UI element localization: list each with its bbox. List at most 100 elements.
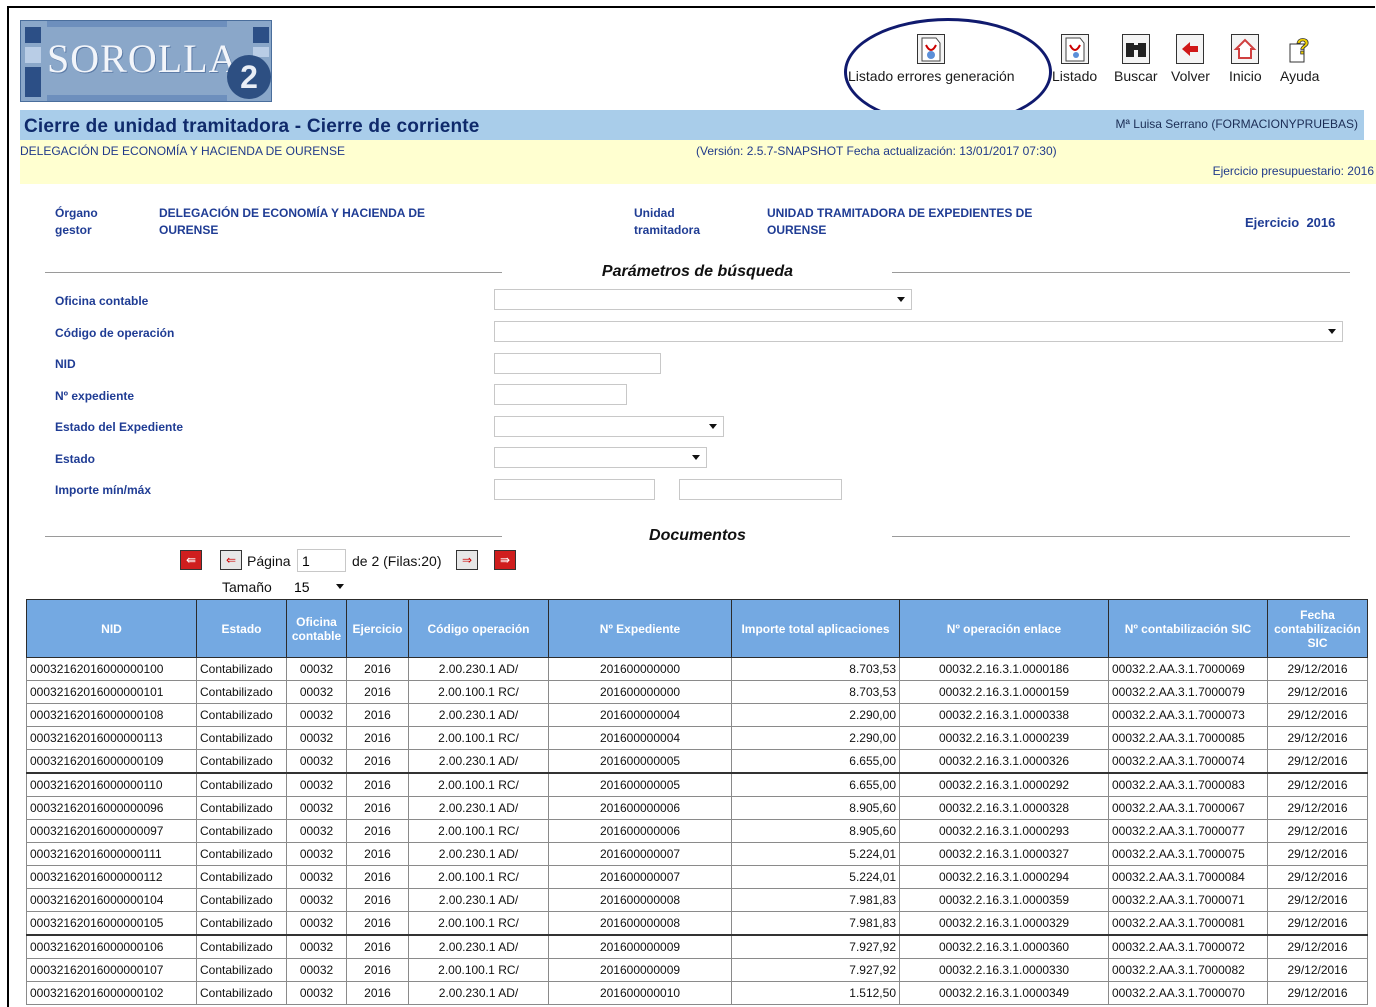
table-cell: 29/12/2016 <box>1267 888 1368 912</box>
column-header[interactable]: Nº contabilización SIC <box>1108 599 1268 658</box>
table-cell: 2016 <box>346 981 409 1005</box>
codigo-operacion-select[interactable] <box>494 321 1343 342</box>
table-row[interactable]: 00032162016000000096 Contabilizado 00032 20… <box>26 796 1368 820</box>
search-section-title: Parámetros de búsqueda <box>601 263 794 280</box>
listado-button[interactable]: Listado <box>1052 34 1097 84</box>
next-page-button[interactable]: ⇒ <box>456 550 478 570</box>
estado-expediente-select[interactable] <box>494 416 724 437</box>
column-header[interactable]: Fecha contabilización SIC <box>1267 599 1368 658</box>
oficina-contable-select[interactable] <box>494 289 912 310</box>
table-cell: Contabilizado <box>196 749 287 774</box>
table-cell: 8.905,60 <box>731 819 900 843</box>
table-row[interactable]: 00032162016000000109 Contabilizado 00032 20… <box>26 749 1368 774</box>
table-cell: 6.655,00 <box>731 772 900 797</box>
table-row[interactable]: 00032162016000000110 Contabilizado 00032 20… <box>26 772 1368 797</box>
help-icon: ? <box>1286 34 1314 64</box>
table-cell: 00032.2.16.3.1.0000338 <box>899 703 1109 727</box>
table-row[interactable]: 00032162016000000105 Contabilizado 00032 20… <box>26 911 1368 936</box>
table-row[interactable]: 00032162016000000100 Contabilizado 00032 20… <box>26 657 1368 681</box>
table-cell: 00032 <box>286 749 347 774</box>
page-input[interactable]: 1 <box>297 549 346 572</box>
table-cell: Contabilizado <box>196 819 287 843</box>
table-row[interactable]: 00032162016000000113 Contabilizado 00032 20… <box>26 726 1368 750</box>
table-cell: 8.703,53 <box>731 657 900 681</box>
importe-label: Importe mín/máx <box>55 483 152 497</box>
table-row[interactable]: 00032162016000000106 Contabilizado 00032 20… <box>26 934 1368 959</box>
table-cell: 7.927,92 <box>731 958 900 982</box>
inicio-button[interactable]: Inicio <box>1229 34 1262 84</box>
table-cell: Contabilizado <box>196 934 287 959</box>
table-row[interactable]: 00032162016000000107 Contabilizado 00032 20… <box>26 958 1368 982</box>
estado-label: Estado <box>55 452 96 466</box>
binoculars-icon <box>1121 34 1150 64</box>
table-cell: Contabilizado <box>196 842 287 866</box>
column-header[interactable]: Estado <box>196 599 287 658</box>
table-row[interactable]: 00032162016000000102 Contabilizado 00032 20… <box>26 981 1368 1005</box>
table-cell: 00032.2.16.3.1.0000329 <box>899 911 1109 936</box>
table-cell: 29/12/2016 <box>1267 796 1368 820</box>
table-cell: 2.00.100.1 RC/ <box>408 680 549 704</box>
prev-page-button[interactable]: ⇐ <box>220 550 242 570</box>
table-cell: 00032 <box>286 657 347 681</box>
documents-table: NID Estado Oficina contable Ejercicio Có… <box>26 599 1368 1005</box>
table-cell: 201600000006 <box>548 819 732 843</box>
table-row[interactable]: 00032162016000000101 Contabilizado 00032 20… <box>26 680 1368 704</box>
table-cell: 00032162016000000108 <box>26 703 197 727</box>
table-cell: 2016 <box>346 726 409 750</box>
table-cell: 2.00.100.1 RC/ <box>408 865 549 889</box>
column-header[interactable]: Código operación <box>408 599 549 658</box>
volver-button[interactable]: Volver <box>1171 34 1210 84</box>
column-header[interactable]: NID <box>26 599 197 658</box>
page-size-select[interactable]: 15 <box>288 577 350 598</box>
table-cell: 201600000005 <box>548 749 732 774</box>
estado-select[interactable] <box>494 447 707 468</box>
importe-max-input[interactable] <box>679 479 842 500</box>
table-row[interactable]: 00032162016000000112 Contabilizado 00032 20… <box>26 865 1368 889</box>
expediente-input[interactable] <box>494 384 627 405</box>
table-row[interactable]: 00032162016000000104 Contabilizado 00032 20… <box>26 888 1368 912</box>
title-bar: Cierre de unidad tramitadora - Cierre de… <box>20 110 1364 140</box>
table-cell: 201600000009 <box>548 934 732 959</box>
nid-input[interactable] <box>494 353 661 374</box>
table-cell: 201600000009 <box>548 958 732 982</box>
table-cell: 2016 <box>346 958 409 982</box>
last-page-button[interactable]: ⇛ <box>494 550 516 570</box>
column-header[interactable]: Importe total aplicaciones <box>731 599 900 658</box>
table-cell: 2.00.230.1 AD/ <box>408 703 549 727</box>
table-cell: 7.981,83 <box>731 888 900 912</box>
logo-text: SOROLLA <box>47 36 239 81</box>
organo-label: Órgano gestor <box>55 206 98 237</box>
buscar-button[interactable]: Buscar <box>1114 34 1158 84</box>
table-row[interactable]: 00032162016000000108 Contabilizado 00032 20… <box>26 703 1368 727</box>
table-cell: 00032162016000000100 <box>26 657 197 681</box>
table-row[interactable]: 00032162016000000097 Contabilizado 00032 20… <box>26 819 1368 843</box>
table-cell: 00032.2.AA.3.1.7000069 <box>1108 657 1268 681</box>
table-cell: 2.00.230.1 AD/ <box>408 842 549 866</box>
sorolla-logo: SOROLLA 2 <box>20 20 272 102</box>
listado-errores-button[interactable]: Listado errores generación <box>848 34 1015 84</box>
column-header[interactable]: Oficina contable <box>286 599 347 658</box>
column-header[interactable]: Ejercicio <box>346 599 409 658</box>
table-cell: 29/12/2016 <box>1267 772 1368 797</box>
table-cell: 5.224,01 <box>731 865 900 889</box>
importe-min-input[interactable] <box>494 479 655 500</box>
chevron-down-icon <box>1328 329 1336 334</box>
oficina-contable-label: Oficina contable <box>55 294 149 308</box>
table-cell: 00032.2.AA.3.1.7000082 <box>1108 958 1268 982</box>
column-header[interactable]: Nº Expediente <box>548 599 732 658</box>
first-page-button[interactable]: ⇚ <box>180 550 202 570</box>
ayuda-button[interactable]: ? Ayuda <box>1280 34 1319 84</box>
table-cell: 29/12/2016 <box>1267 842 1368 866</box>
nid-label: NID <box>55 357 76 371</box>
table-row[interactable]: 00032162016000000111 Contabilizado 00032 20… <box>26 842 1368 866</box>
table-cell: Contabilizado <box>196 703 287 727</box>
table-cell: Contabilizado <box>196 888 287 912</box>
inicio-label: Inicio <box>1229 68 1262 84</box>
table-cell: 00032.2.AA.3.1.7000085 <box>1108 726 1268 750</box>
table-cell: 29/12/2016 <box>1267 657 1368 681</box>
documents-section-title: Documentos <box>649 527 746 544</box>
table-cell: Contabilizado <box>196 911 287 936</box>
column-header[interactable]: Nº operación enlace <box>899 599 1109 658</box>
search-section-header: Parámetros de búsqueda <box>45 263 1350 283</box>
table-cell: 00032.2.16.3.1.0000294 <box>899 865 1109 889</box>
